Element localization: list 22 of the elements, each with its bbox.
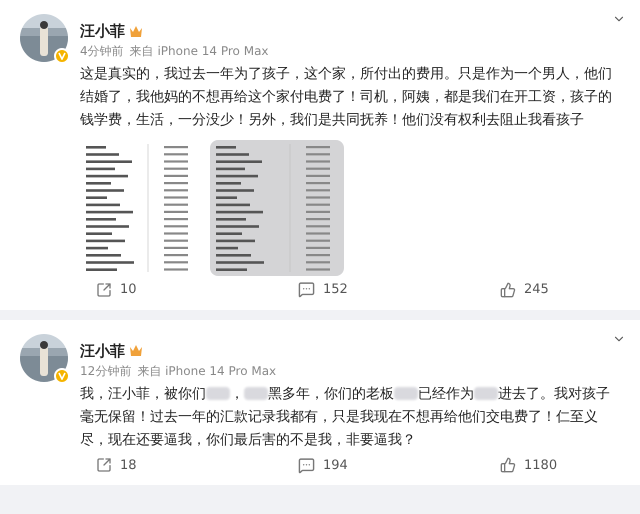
repost-icon[interactable] (96, 282, 112, 298)
post-source: 来自 iPhone 14 Pro Max (130, 44, 269, 59)
comment-icon[interactable] (298, 456, 315, 474)
comment-count: 194 (323, 456, 348, 474)
post-text: 我，汪小菲，被你们 ， 黑多年，你们的老板 已经作为 进去了。我对孩子毫无保留！过去一年的汇款记录我都有，只是我现在不想再给他们交电费了！仁至义尽，现在还要逼我，你们最后害的不是我，非要逼我？ (80, 384, 611, 450)
repost-count: 10 (120, 281, 137, 299)
crown-icon (129, 24, 143, 38)
comment-icon[interactable] (298, 281, 315, 298)
post-text: 这是真实的，我过去一年为了孩子，这个家，所付出的费用。只是作为一个男人，他们结婚了，我他妈的不想再给这个家付电费了！司机，阿姨，都是我们在开工资，孩子的钱学费，生活，一分没少！另外，我们是共同抚养！他们没有权利去阻止我看孩子 (80, 65, 613, 130)
repost-icon[interactable] (96, 457, 112, 474)
post-time: 12分钟前 (80, 364, 132, 378)
like-icon[interactable] (500, 282, 516, 298)
comment-count: 152 (323, 281, 348, 299)
like-count: 245 (524, 281, 549, 299)
post-time: 4分钟前 (80, 44, 124, 59)
like-icon[interactable] (500, 457, 516, 474)
post-source: 来自 iPhone 14 Pro Max (137, 364, 276, 378)
repost-count: 18 (120, 456, 137, 474)
crown-icon (129, 344, 143, 357)
author-name[interactable]: 汪小菲 (80, 22, 125, 40)
author-name[interactable]: 汪小菲 (80, 342, 125, 360)
like-count: 1180 (524, 456, 558, 474)
